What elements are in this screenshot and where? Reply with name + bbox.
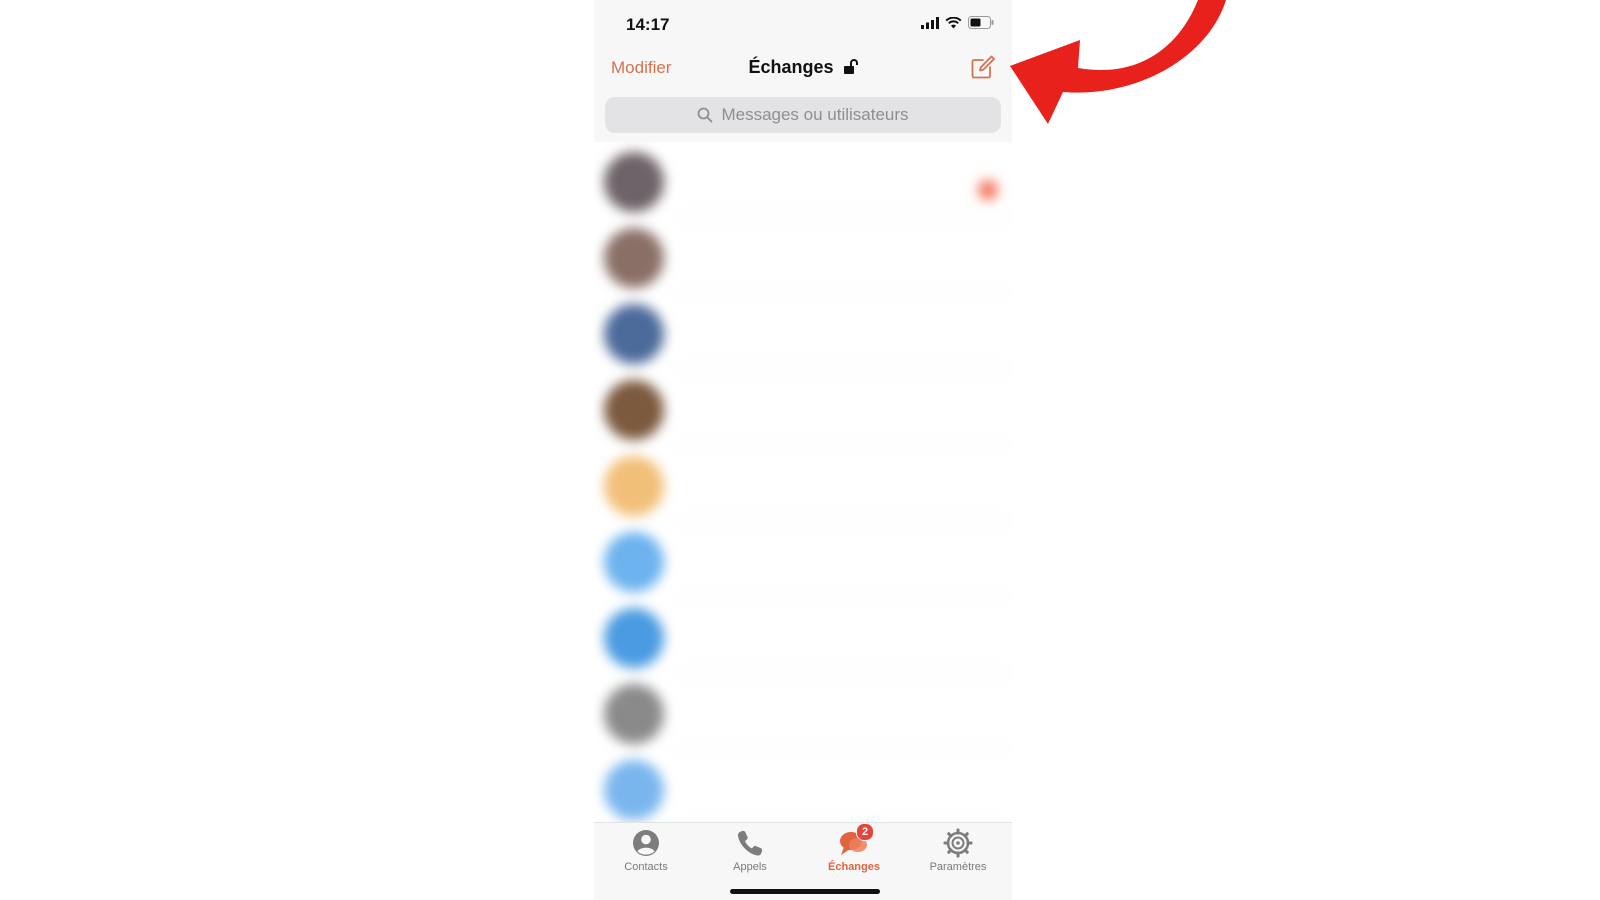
conversation-row[interactable] — [594, 674, 1012, 750]
conversation-row[interactable] — [594, 142, 1012, 218]
phone-screen: 14:17 Modifier Échanges Messages ou util… — [594, 0, 1012, 900]
tab-echanges[interactable]: 2 Échanges — [802, 823, 906, 873]
page-title: Échanges — [748, 57, 834, 77]
avatar — [604, 608, 664, 668]
conversation-row[interactable] — [594, 294, 1012, 370]
avatar — [604, 684, 664, 744]
status-time: 14:17 — [626, 15, 670, 34]
compose-icon[interactable] — [970, 54, 996, 80]
tab-appels[interactable]: Appels — [698, 827, 802, 873]
avatar — [604, 760, 664, 820]
navigation-bar: Modifier Échanges — [594, 48, 1012, 94]
conversation-list — [594, 142, 1012, 822]
unlocked-padlock-icon — [843, 59, 858, 74]
battery-icon — [968, 16, 994, 29]
cellular-signal-icon — [921, 16, 939, 29]
search-placeholder: Messages ou utilisateurs — [721, 105, 909, 124]
tab-contacts[interactable]: Contacts — [594, 827, 698, 873]
chat-bubbles-icon: 2 — [838, 823, 874, 859]
gear-icon — [942, 827, 974, 859]
avatar — [604, 456, 664, 516]
page-title-wrap: Échanges — [594, 57, 1012, 78]
conversation-row[interactable] — [594, 598, 1012, 674]
conversation-row[interactable] — [594, 218, 1012, 294]
unread-badge: 2 — [856, 823, 874, 841]
tab-label-contacts: Contacts — [624, 861, 668, 873]
wifi-icon — [945, 16, 962, 28]
avatar — [604, 152, 664, 212]
tab-label-parametres: Paramètres — [929, 861, 987, 873]
red-curved-arrow-icon — [1010, 0, 1226, 124]
avatar — [604, 380, 664, 440]
tab-label-echanges: Échanges — [828, 861, 880, 873]
status-bar: 14:17 — [594, 0, 1012, 48]
conversation-row[interactable] — [594, 446, 1012, 522]
tab-parametres[interactable]: Paramètres — [906, 827, 1010, 873]
status-icons — [921, 16, 994, 29]
person-icon — [630, 827, 662, 859]
phone-icon — [734, 827, 766, 859]
unread-indicator — [978, 180, 998, 200]
search-area: Messages ou utilisateurs — [594, 94, 1012, 142]
conversation-row[interactable] — [594, 522, 1012, 598]
screenshot-stage: 14:17 Modifier Échanges Messages ou util… — [0, 0, 1600, 900]
avatar — [604, 228, 664, 288]
home-indicator — [730, 889, 880, 894]
conversation-row[interactable] — [594, 370, 1012, 446]
search-icon — [698, 107, 713, 123]
avatar — [604, 532, 664, 592]
avatar — [604, 304, 664, 364]
conversation-row[interactable] — [594, 750, 1012, 822]
search-input[interactable]: Messages ou utilisateurs — [605, 97, 1001, 133]
tab-label-appels: Appels — [733, 861, 767, 873]
